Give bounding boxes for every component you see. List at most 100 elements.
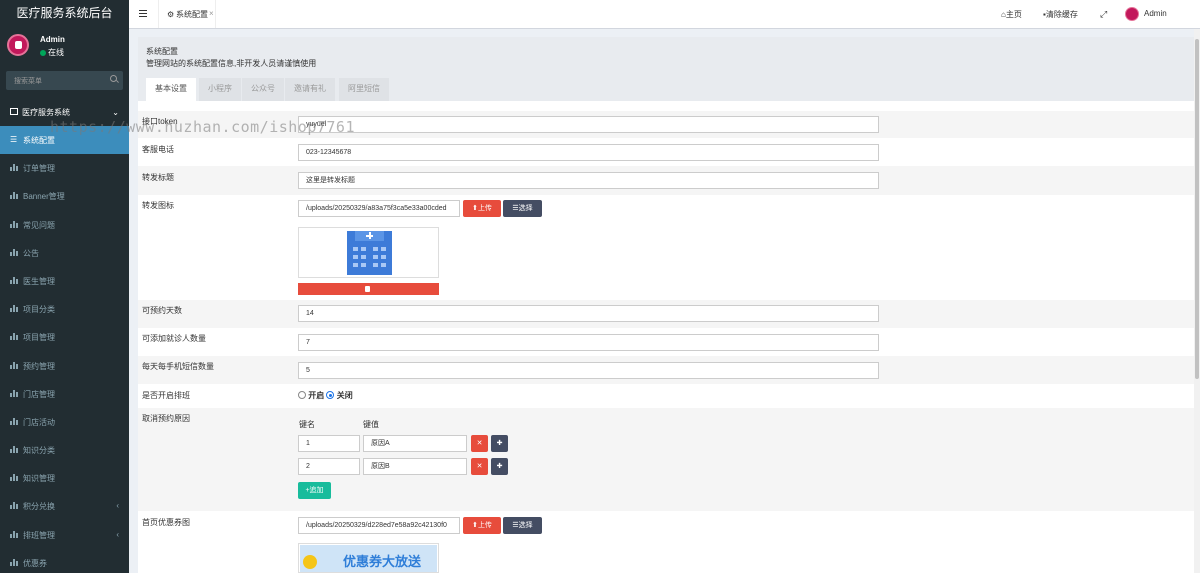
sidebar-item-projects[interactable]: 项目管理 bbox=[0, 323, 129, 351]
upload-button[interactable]: ⬆上传 bbox=[463, 200, 501, 217]
menu-toggle-icon[interactable] bbox=[139, 10, 147, 17]
sidebar-menu: ☰ 系统配置 订单管理 Banner管理 常见问题 公告 医生管理 项目分类 项目… bbox=[0, 126, 129, 573]
tab-invite[interactable]: 邀请有礼 bbox=[285, 78, 335, 101]
clear-cache-button[interactable]: ▪清除缓存 bbox=[1043, 9, 1078, 20]
sitemap-icon bbox=[10, 192, 19, 200]
sidebar: 医疗服务系统后台 Admin 在线 搜索菜单 医疗服务系统 ⌄ ☰ 系统配置 订单… bbox=[0, 0, 129, 573]
remove-row-button[interactable]: ✕ bbox=[471, 435, 488, 452]
home-link[interactable]: ⌂主页 bbox=[1001, 9, 1022, 20]
sitemap-icon bbox=[10, 361, 19, 369]
share-icon-preview bbox=[298, 227, 439, 278]
tab-system-config[interactable]: ⚙ 系统配置 × bbox=[158, 0, 216, 28]
top-user-name[interactable]: Admin bbox=[1144, 9, 1167, 18]
row-sms: 每天每手机短信数量 5 bbox=[138, 356, 1196, 384]
field-label: 首页优惠券图 bbox=[142, 518, 190, 527]
sidebar-item-project-category[interactable]: 项目分类 bbox=[0, 295, 129, 323]
scrollbar-thumb[interactable] bbox=[1195, 39, 1199, 379]
reason-key-input[interactable]: 2 bbox=[298, 458, 360, 475]
sidebar-item-orders[interactable]: 订单管理 bbox=[0, 154, 129, 182]
scrollbar[interactable] bbox=[1194, 29, 1200, 573]
tab-miniprogram[interactable]: 小程序 bbox=[199, 78, 241, 101]
tab-official-account[interactable]: 公众号 bbox=[242, 78, 284, 101]
page-subtitle: 管理网站的系统配置信息,非开发人员请谨慎使用 bbox=[146, 59, 317, 68]
coin-icon bbox=[303, 555, 317, 569]
field-label: 转发图标 bbox=[142, 201, 174, 210]
key-header: 键名 bbox=[299, 420, 315, 429]
row-patients: 可添加就诊人数量 7 bbox=[138, 328, 1196, 356]
user-name: Admin bbox=[40, 35, 65, 44]
config-form: 接口token yuyuel 客服电话 023-12345678 转发标题 这里… bbox=[138, 101, 1196, 573]
sitemap-icon bbox=[10, 417, 19, 425]
field-label: 可添加就诊人数量 bbox=[142, 334, 206, 343]
sitemap-icon bbox=[10, 248, 19, 256]
delete-image-button[interactable] bbox=[298, 283, 439, 295]
reason-value-input[interactable]: 原因B bbox=[363, 458, 467, 475]
coupon-image-input[interactable]: /uploads/20250329/d228ed7e58a92c42130f0 bbox=[298, 517, 460, 534]
close-icon[interactable]: × bbox=[209, 9, 214, 18]
radio-on[interactable] bbox=[298, 391, 306, 399]
tab-basic[interactable]: 基本设置 bbox=[146, 78, 196, 101]
row-schedule: 是否开启排班 开启 关闭 bbox=[138, 384, 1196, 408]
sidebar-item-knowledge[interactable]: 知识管理 bbox=[0, 464, 129, 492]
upload-button[interactable]: ⬆上传 bbox=[463, 517, 501, 534]
sitemap-icon bbox=[10, 474, 19, 482]
sidebar-item-faq[interactable]: 常见问题 bbox=[0, 211, 129, 239]
user-status: 在线 bbox=[40, 47, 64, 58]
sitemap-icon bbox=[10, 558, 19, 566]
avatar[interactable] bbox=[1125, 7, 1139, 21]
days-input[interactable]: 14 bbox=[298, 305, 879, 322]
sidebar-item-store-events[interactable]: 门店活动 bbox=[0, 408, 129, 436]
chevron-down-icon: ⌄ bbox=[112, 108, 119, 117]
sitemap-icon bbox=[10, 276, 19, 284]
sitemap-icon bbox=[10, 446, 19, 454]
grid-icon bbox=[10, 108, 18, 115]
app-title[interactable]: 医疗服务系统后台 bbox=[0, 0, 129, 27]
sidebar-item-notice[interactable]: 公告 bbox=[0, 239, 129, 267]
field-label: 取消预约原因 bbox=[142, 414, 190, 423]
menu-group-label: 医疗服务系统 bbox=[22, 108, 70, 117]
sidebar-item-knowledge-category[interactable]: 知识分类 bbox=[0, 436, 129, 464]
search-icon[interactable] bbox=[110, 75, 117, 82]
share-title-input[interactable]: 这里是转发标题 bbox=[298, 172, 879, 189]
topbar: ⚙ 系统配置 × ⌂主页 ▪清除缓存 ⤢ Admin bbox=[129, 0, 1200, 29]
sms-input[interactable]: 5 bbox=[298, 362, 879, 379]
sidebar-item-coupons[interactable]: 优惠券 bbox=[0, 549, 129, 573]
sitemap-icon bbox=[10, 502, 19, 510]
panel-header: 系统配置 管理网站的系统配置信息,非开发人员请谨慎使用 基本设置 小程序 公众号… bbox=[138, 37, 1196, 101]
remove-row-button[interactable]: ✕ bbox=[471, 458, 488, 475]
value-header: 键值 bbox=[363, 420, 379, 429]
sidebar-item-doctors[interactable]: 医生管理 bbox=[0, 267, 129, 295]
field-label: 客服电话 bbox=[142, 145, 174, 154]
drag-handle-icon[interactable]: ✚ bbox=[491, 435, 508, 452]
token-input[interactable]: yuyuel bbox=[298, 116, 879, 133]
share-icon-input[interactable]: /uploads/20250329/a83a75f3ca5e33a00cded bbox=[298, 200, 460, 217]
online-dot-icon bbox=[40, 49, 46, 56]
fullscreen-icon[interactable]: ⤢ bbox=[1100, 9, 1107, 20]
sidebar-item-appointments[interactable]: 预约管理 bbox=[0, 352, 129, 380]
field-label: 每天每手机短信数量 bbox=[142, 362, 214, 371]
add-row-button[interactable]: +追加 bbox=[298, 482, 331, 499]
sidebar-item-banner[interactable]: Banner管理 bbox=[0, 182, 129, 210]
sidebar-item-points-exchange[interactable]: 积分兑换 ‹ bbox=[0, 492, 129, 520]
sitemap-icon bbox=[10, 305, 19, 313]
radio-off[interactable] bbox=[326, 391, 335, 399]
tab-aliyun-sms[interactable]: 阿里短信 bbox=[339, 78, 389, 101]
field-label: 可预约天数 bbox=[142, 306, 182, 315]
sidebar-item-stores[interactable]: 门店管理 bbox=[0, 380, 129, 408]
choose-button[interactable]: ☰选择 bbox=[503, 200, 542, 217]
phone-input[interactable]: 023-12345678 bbox=[298, 144, 879, 161]
sidebar-item-schedule[interactable]: 排班管理 ‹ bbox=[0, 521, 129, 549]
reason-value-input[interactable]: 原因A bbox=[363, 435, 467, 452]
patients-input[interactable]: 7 bbox=[298, 334, 879, 351]
search-input[interactable]: 搜索菜单 bbox=[6, 71, 123, 90]
chevron-left-icon: ‹ bbox=[116, 529, 119, 539]
row-days: 可预约天数 14 bbox=[138, 300, 1196, 328]
sitemap-icon bbox=[10, 389, 19, 397]
row-phone: 客服电话 023-12345678 bbox=[138, 138, 1196, 166]
user-panel: Admin 在线 bbox=[0, 27, 129, 65]
sitemap-icon bbox=[10, 333, 19, 341]
reason-key-input[interactable]: 1 bbox=[298, 435, 360, 452]
drag-handle-icon[interactable]: ✚ bbox=[491, 458, 508, 475]
choose-button[interactable]: ☰选择 bbox=[503, 517, 542, 534]
schedule-radio-group: 开启 关闭 bbox=[298, 390, 353, 401]
